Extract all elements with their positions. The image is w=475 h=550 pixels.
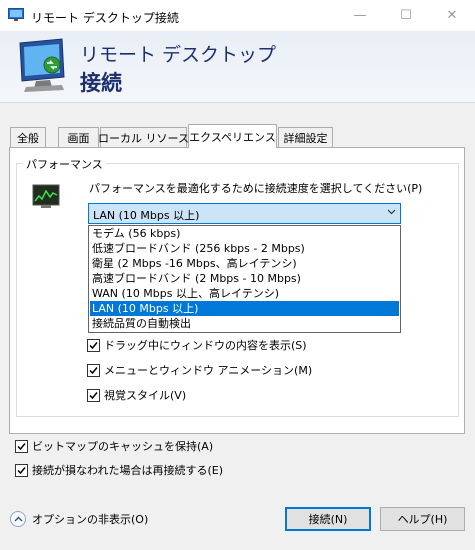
connection-speed-value: LAN (10 Mbps 以上)	[93, 209, 200, 222]
tab-advanced[interactable]: 詳細設定	[278, 127, 333, 147]
header-title-line1: リモート デスクトップ	[80, 44, 277, 66]
minimize-icon: —	[353, 8, 367, 23]
help-button[interactable]: ヘルプ(H)	[380, 507, 465, 531]
chevron-down-icon	[387, 206, 396, 219]
checkbox-box[interactable]	[87, 338, 100, 352]
dropdown-option-modem[interactable]: モデム (56 kbps)	[90, 226, 399, 241]
checkbox-box[interactable]	[87, 388, 100, 402]
checkmark-icon	[17, 442, 26, 450]
close-icon: ✕	[446, 8, 458, 23]
checkmark-icon	[17, 466, 26, 474]
menu-animation-checkbox[interactable]: メニューとウィンドウ アニメーション(M)	[87, 362, 312, 378]
header-title-line2: 接続	[80, 71, 122, 95]
performance-monitor-icon	[32, 184, 60, 208]
checkbox-label: 接続が損なわれた場合は再接続する(E)	[32, 464, 223, 477]
window-title: リモート デスクトップ接続	[31, 11, 179, 25]
bitmap-cache-checkbox[interactable]: ビットマップのキャッシュを保持(A)	[15, 438, 213, 454]
minimize-button[interactable]: —	[337, 0, 383, 31]
chevron-up-icon	[10, 511, 26, 527]
close-button[interactable]: ✕	[429, 0, 475, 31]
maximize-icon: ☐	[400, 8, 412, 23]
tab-display[interactable]: 画面	[58, 127, 99, 147]
checkbox-box[interactable]	[15, 439, 28, 453]
dropdown-option-high-broadband[interactable]: 高速ブロードバンド (2 Mbps - 10 Mbps)	[90, 271, 399, 286]
connection-speed-dropdown: モデム (56 kbps) 低速ブロードバンド (256 kbps - 2 Mb…	[88, 225, 401, 333]
dropdown-option-lan[interactable]: LAN (10 Mbps 以上)	[90, 301, 399, 316]
header-banner: リモート デスクトップ 接続	[0, 31, 475, 103]
hide-options-label: オプションの非表示(O)	[32, 513, 149, 526]
dropdown-option-wan[interactable]: WAN (10 Mbps 以上、高レイテンシ)	[90, 286, 399, 301]
reconnect-checkbox[interactable]: 接続が損なわれた場合は再接続する(E)	[15, 462, 223, 478]
maximize-button[interactable]: ☐	[383, 0, 429, 31]
remote-desktop-monitor-icon	[19, 38, 65, 92]
tab-general[interactable]: 全般	[10, 127, 46, 147]
dropdown-option-satellite[interactable]: 衛星 (2 Mbps -16 Mbps、高レイテンシ)	[90, 256, 399, 271]
checkbox-label: メニューとウィンドウ アニメーション(M)	[104, 364, 313, 377]
tab-experience[interactable]: エクスペリエンス	[188, 124, 277, 148]
checkbox-label: 視覚スタイル(V)	[104, 389, 187, 402]
title-bar: リモート デスクトップ接続 — ☐ ✕	[0, 0, 475, 31]
tab-local-resources[interactable]: ローカル リソース	[98, 127, 189, 147]
remote-desktop-icon	[8, 8, 24, 21]
connection-speed-select[interactable]: LAN (10 Mbps 以上)	[88, 203, 401, 224]
hide-options-toggle[interactable]: オプションの非表示(O)	[10, 511, 148, 527]
visual-styles-checkbox[interactable]: 視覚スタイル(V)	[87, 387, 186, 403]
show-window-contents-checkbox[interactable]: ドラッグ中にウィンドウの内容を表示(S)	[87, 337, 307, 353]
dropdown-option-auto-detect[interactable]: 接続品質の自動検出	[90, 316, 399, 331]
checkbox-label: ビットマップのキャッシュを保持(A)	[32, 440, 214, 453]
checkbox-label: ドラッグ中にウィンドウの内容を表示(S)	[104, 339, 307, 352]
checkbox-box[interactable]	[87, 363, 100, 377]
connect-button[interactable]: 接続(N)	[285, 507, 371, 531]
dropdown-option-low-broadband[interactable]: 低速ブロードバンド (256 kbps - 2 Mbps)	[90, 241, 399, 256]
connection-speed-instruction: パフォーマンスを最適化するために接続速度を選択してください(P)	[89, 182, 423, 195]
performance-legend: パフォーマンス	[23, 156, 106, 172]
checkmark-icon	[89, 391, 98, 399]
checkmark-icon	[89, 366, 98, 374]
checkmark-icon	[89, 341, 98, 349]
checkbox-box[interactable]	[15, 463, 28, 477]
